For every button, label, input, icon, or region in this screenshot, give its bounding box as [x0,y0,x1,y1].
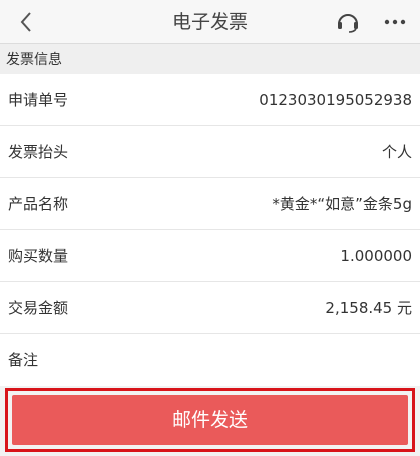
row-value: *黄金*“如意”金条5g [272,195,412,213]
row-value: 个人 [381,143,412,161]
row-value: 1.000000 [340,247,412,265]
nav-bar: 电子发票 [0,0,420,44]
row-label: 发票抬头 [8,143,69,161]
row-value: 0123030195052938 [259,91,412,109]
row-invoice-title: 发票抬头 个人 [0,126,420,178]
row-label: 备注 [8,351,39,369]
row-product-name: 产品名称 *黄金*“如意”金条5g [0,178,420,230]
section-header: 发票信息 [0,44,420,74]
invoice-info-list: 申请单号 0123030195052938 发票抬头 个人 产品名称 *黄金*“… [0,74,420,386]
email-send-button[interactable]: 邮件发送 [12,395,408,445]
row-remarks: 备注 [0,334,420,386]
row-value: 2,158.45 元 [325,299,412,317]
more-dots-icon[interactable] [380,7,410,37]
row-label: 购买数量 [8,247,69,265]
row-label: 交易金额 [8,299,69,317]
row-amount: 交易金额 2,158.45 元 [0,282,420,334]
row-application-number: 申请单号 0123030195052938 [0,74,420,126]
row-quantity: 购买数量 1.000000 [0,230,420,282]
row-label: 产品名称 [8,195,69,213]
row-label: 申请单号 [8,91,69,109]
headset-icon[interactable] [333,7,363,37]
